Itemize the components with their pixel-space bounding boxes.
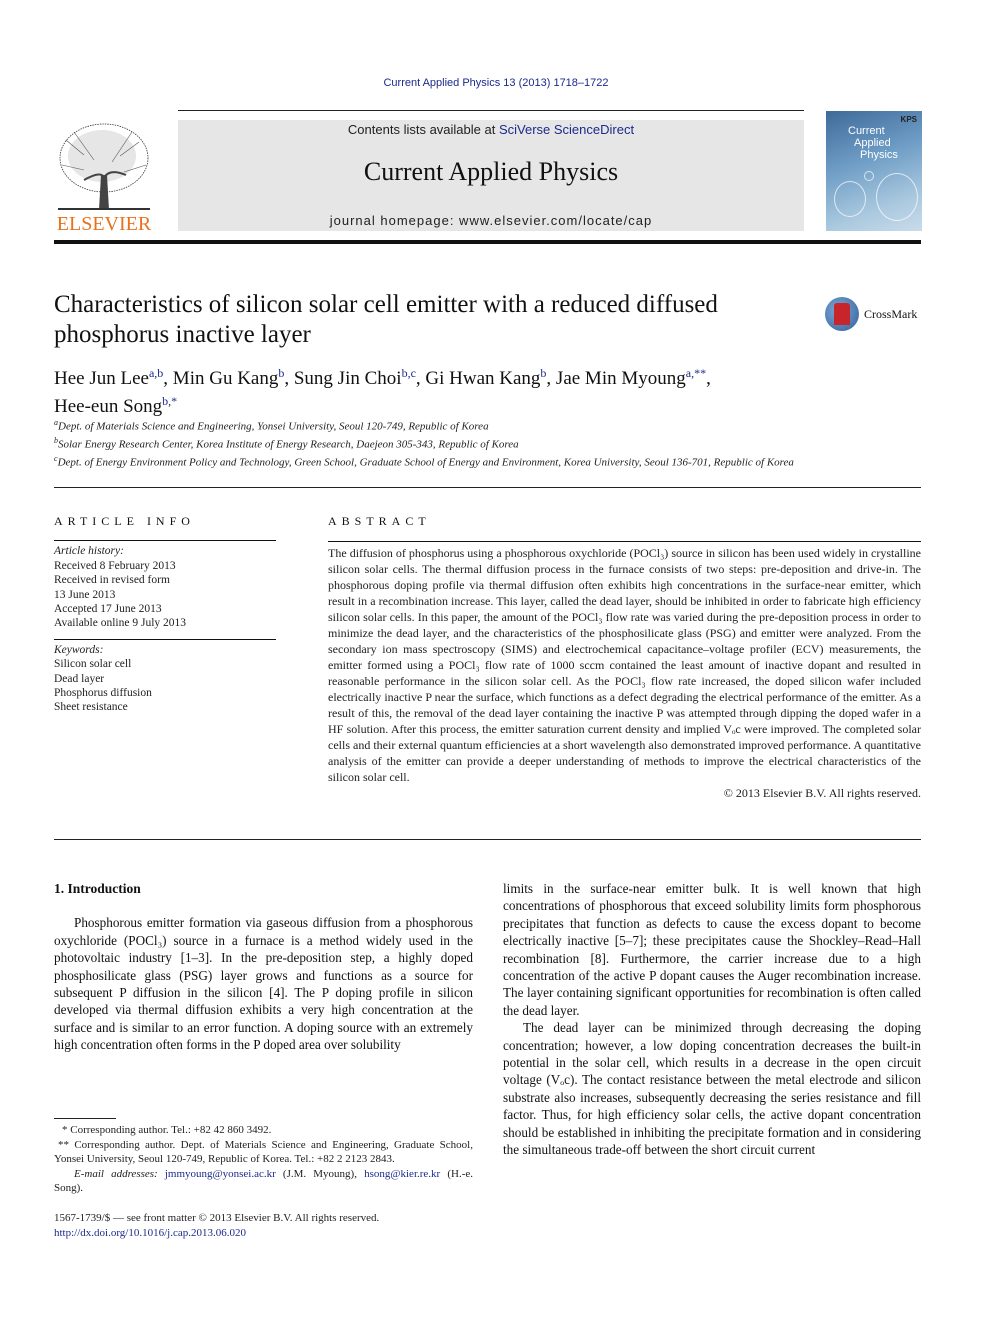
author-affiliation-link[interactable]: b,c: [402, 366, 416, 380]
author-name: Gi Hwan Kang: [425, 368, 541, 389]
author-sep: ,: [706, 368, 711, 389]
affiliation-item: aDept. of Materials Science and Engineer…: [54, 418, 489, 433]
crossmark-badge[interactable]: CrossMark: [825, 297, 925, 333]
article-info: ARTICLE INFO Article history: Received 8…: [54, 514, 276, 715]
crossmark-label: CrossMark: [864, 307, 918, 321]
author-name: Hee Jun Lee: [54, 368, 149, 389]
author-sep: ,: [163, 368, 173, 389]
cover-title-line: Physics: [860, 149, 898, 161]
front-matter: 1567-1739/$ — see front matter © 2013 El…: [54, 1211, 473, 1241]
history-label: Article history:: [54, 545, 124, 558]
journal-cover[interactable]: KPS Current Applied Physics: [826, 111, 922, 231]
body-column-left: 1. Introduction Phosphorous emitter form…: [54, 880, 473, 1054]
keyword[interactable]: Silicon solar cell: [54, 657, 276, 671]
cover-bubble: [834, 181, 866, 217]
keyword[interactable]: Phosphorus diffusion: [54, 686, 276, 700]
keyword[interactable]: Dead layer: [54, 672, 276, 686]
history-item: Accepted 17 June 2013: [54, 603, 162, 616]
author-sep: ,: [284, 368, 294, 389]
article-info-heading: ARTICLE INFO: [54, 514, 195, 528]
author-list: Hee Jun Leea,b, Min Gu Kangb, Sung Jin C…: [54, 362, 814, 418]
author-name: Hee-eun Song: [54, 396, 163, 417]
header-top-rule: [178, 110, 804, 111]
cover-title-line: Applied: [854, 137, 891, 149]
email-footnote: E-mail addresses: jmmyoung@yonsei.ac.kr …: [54, 1167, 473, 1196]
abstract-heading: ABSTRACT: [328, 514, 431, 528]
body-column-right: limits in the surface-near emitter bulk.…: [503, 880, 921, 1159]
history-item: Received in revised form: [54, 574, 170, 587]
abstract-text: The diffusion of phosphorus using a phos…: [328, 546, 921, 784]
history-item: Available online 9 July 2013: [54, 617, 187, 630]
svg-text:ELSEVIER: ELSEVIER: [57, 213, 152, 232]
affiliations: aDept. of Materials Science and Engineer…: [54, 416, 814, 470]
keywords-label: Keywords:: [54, 643, 104, 656]
author-affiliation-link[interactable]: b,*: [162, 394, 177, 408]
body-paragraph: limits in the surface-near emitter bulk.…: [503, 881, 921, 1018]
abstract-copyright: © 2013 Elsevier B.V. All rights reserved…: [723, 786, 921, 800]
divider: [54, 540, 276, 542]
article-title: Characteristics of silicon solar cell em…: [54, 291, 718, 348]
author-affiliation-link[interactable]: a,**: [686, 366, 706, 380]
author-name: Sung Jin Choi: [293, 368, 402, 389]
abstract: ABSTRACT The diffusion of phosphorus usi…: [328, 514, 921, 801]
journal-banner: Contents lists available at SciVerse Sci…: [178, 120, 804, 231]
footnote-rule: [54, 1118, 116, 1119]
footnote: ** Corresponding author. Dept. of Materi…: [54, 1138, 473, 1166]
doi-link[interactable]: http://dx.doi.org/10.1016/j.cap.2013.06.…: [54, 1227, 246, 1239]
cover-bubble: [864, 171, 874, 181]
sciencedirect-link[interactable]: SciVerse ScienceDirect: [499, 122, 634, 137]
author-sep: ,: [546, 368, 556, 389]
journal-homepage[interactable]: journal homepage: www.elsevier.com/locat…: [178, 213, 804, 228]
email-label: E-mail addresses:: [74, 1167, 158, 1180]
author-name: Min Gu Kang: [172, 368, 279, 389]
cover-title-line: Current: [848, 125, 885, 137]
divider: [328, 541, 921, 542]
contents-prefix: Contents lists available at: [347, 122, 499, 137]
elsevier-logo: ELSEVIER: [54, 120, 154, 235]
email-owner: (J.M. Myoung),: [282, 1167, 357, 1180]
history-item: 13 June 2013: [54, 588, 116, 601]
journal-citation[interactable]: Current Applied Physics 13 (2013) 1718–1…: [0, 77, 992, 89]
footnote: * Corresponding author. Tel.: +82 42 860…: [62, 1124, 272, 1136]
contents-line: Contents lists available at SciVerse Sci…: [178, 122, 804, 137]
keyword[interactable]: Sheet resistance: [54, 700, 276, 714]
body-paragraph: The dead layer can be minimized through …: [503, 1020, 921, 1158]
cover-bubble: [876, 173, 918, 221]
section-heading: 1. Introduction: [54, 881, 141, 896]
issn-line: 1567-1739/$ — see front matter © 2013 El…: [54, 1212, 380, 1224]
author-affiliation-link[interactable]: a,b: [149, 366, 163, 380]
email-link[interactable]: jmmyoung@yonsei.ac.kr: [165, 1168, 276, 1180]
journal-title: Current Applied Physics: [363, 157, 619, 186]
cover-title: Current Applied Physics: [848, 125, 898, 161]
abstract-rule: [54, 839, 921, 840]
affiliation-item: cDept. of Energy Environment Policy and …: [54, 454, 794, 469]
body-paragraph: Phosphorous emitter formation via gaseou…: [54, 915, 473, 1053]
affiliations-rule: [54, 487, 921, 488]
crossmark-icon: [825, 297, 859, 331]
author-sep: ,: [415, 368, 426, 389]
footnotes: * Corresponding author. Tel.: +82 42 860…: [54, 1118, 473, 1196]
cover-publisher-mark: KPS: [900, 115, 917, 124]
divider: [54, 638, 276, 640]
history-item: Received 8 February 2013: [54, 559, 176, 572]
email-link[interactable]: hsong@kier.re.kr: [364, 1168, 440, 1180]
elsevier-tree-icon: ELSEVIER: [57, 123, 152, 235]
author-name: Jae Min Myoung: [555, 368, 686, 389]
affiliation-item: bSolar Energy Research Center, Korea Ins…: [54, 436, 519, 451]
header-bottom-rule: [54, 240, 921, 244]
